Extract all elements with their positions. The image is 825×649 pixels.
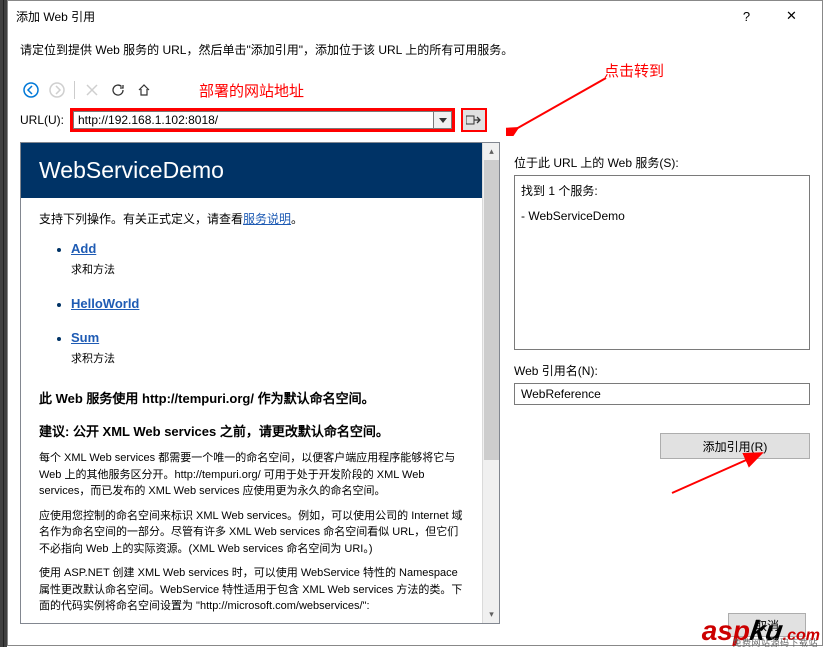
- instruction-text: 请定位到提供 Web 服务的 URL，然后单击"添加引用"，添加位于该 URL …: [8, 31, 822, 76]
- url-input[interactable]: [73, 111, 434, 129]
- add-reference-button[interactable]: 添加引用(R): [660, 433, 810, 459]
- support-text: 支持下列操作。有关正式定义，请查看服务说明。: [39, 210, 464, 229]
- found-count: 找到 1 个服务:: [521, 182, 803, 199]
- recommendation-heading: 建议: 公开 XML Web services 之前，请更改默认命名空间。: [39, 422, 464, 443]
- operation-item: Sum求积方法: [71, 328, 464, 368]
- operation-link-sum[interactable]: Sum: [71, 330, 99, 345]
- window-title: 添加 Web 引用: [16, 8, 724, 25]
- scroll-down-icon[interactable]: ▾: [483, 606, 500, 623]
- url-row: URL(U):: [8, 104, 822, 142]
- operation-item: Add求和方法: [71, 239, 464, 279]
- services-listbox[interactable]: 找到 1 个服务: - WebServiceDemo: [514, 175, 810, 350]
- refname-label: Web 引用名(N):: [514, 362, 810, 379]
- refresh-button[interactable]: [107, 79, 129, 101]
- operations-list: Add求和方法 HelloWorld Sum求积方法: [71, 239, 464, 369]
- services-label: 位于此 URL 上的 Web 服务(S):: [514, 154, 810, 171]
- add-web-reference-dialog: 添加 Web 引用 ? ✕ 请定位到提供 Web 服务的 URL，然后单击"添加…: [7, 0, 823, 646]
- titlebar: 添加 Web 引用 ? ✕: [8, 1, 822, 31]
- close-button[interactable]: ✕: [769, 2, 814, 30]
- operation-link-add[interactable]: Add: [71, 241, 96, 256]
- scrollbar-vertical[interactable]: ▴ ▾: [482, 143, 499, 623]
- url-label: URL(U):: [20, 113, 64, 127]
- annotation-click-go: 点击转到: [604, 60, 664, 81]
- refname-input[interactable]: [514, 383, 810, 405]
- namespace-heading: 此 Web 服务使用 http://tempuri.org/ 作为默认命名空间。: [39, 389, 464, 410]
- namespace-para1: 每个 XML Web services 都需要一个唯一的命名空间，以便客户端应用…: [39, 450, 464, 500]
- scroll-up-icon[interactable]: ▴: [483, 143, 500, 160]
- reference-details-panel: 位于此 URL 上的 Web 服务(S): 找到 1 个服务: - WebSer…: [500, 142, 810, 624]
- nav-toolbar: 部署的网站地址: [8, 76, 822, 104]
- go-button[interactable]: [461, 108, 487, 132]
- watermark: aspku.com 免费网站源码下载站: [702, 615, 820, 647]
- operation-link-helloworld[interactable]: HelloWorld: [71, 296, 139, 311]
- namespace-para2: 应使用您控制的命名空间来标识 XML Web services。例如，可以使用公…: [39, 508, 464, 558]
- webservice-title: WebServiceDemo: [21, 143, 482, 198]
- browser-preview-panel: WebServiceDemo 支持下列操作。有关正式定义，请查看服务说明。 Ad…: [20, 142, 500, 624]
- annotation-deploy-url: 部署的网站地址: [199, 80, 304, 101]
- service-list-item[interactable]: - WebServiceDemo: [521, 209, 803, 223]
- home-button[interactable]: [133, 79, 155, 101]
- stop-button[interactable]: [81, 79, 103, 101]
- scrollbar-thumb[interactable]: [484, 160, 499, 460]
- url-dropdown-button[interactable]: [434, 111, 452, 129]
- service-description-link[interactable]: 服务说明: [243, 212, 291, 226]
- operation-item: HelloWorld: [71, 294, 464, 315]
- help-button[interactable]: ?: [724, 2, 769, 30]
- url-combo: [70, 108, 455, 132]
- window-edge: [0, 0, 7, 647]
- back-button[interactable]: [20, 79, 42, 101]
- namespace-para3: 使用 ASP.NET 创建 XML Web services 时，可以使用 We…: [39, 565, 464, 615]
- forward-button[interactable]: [46, 79, 68, 101]
